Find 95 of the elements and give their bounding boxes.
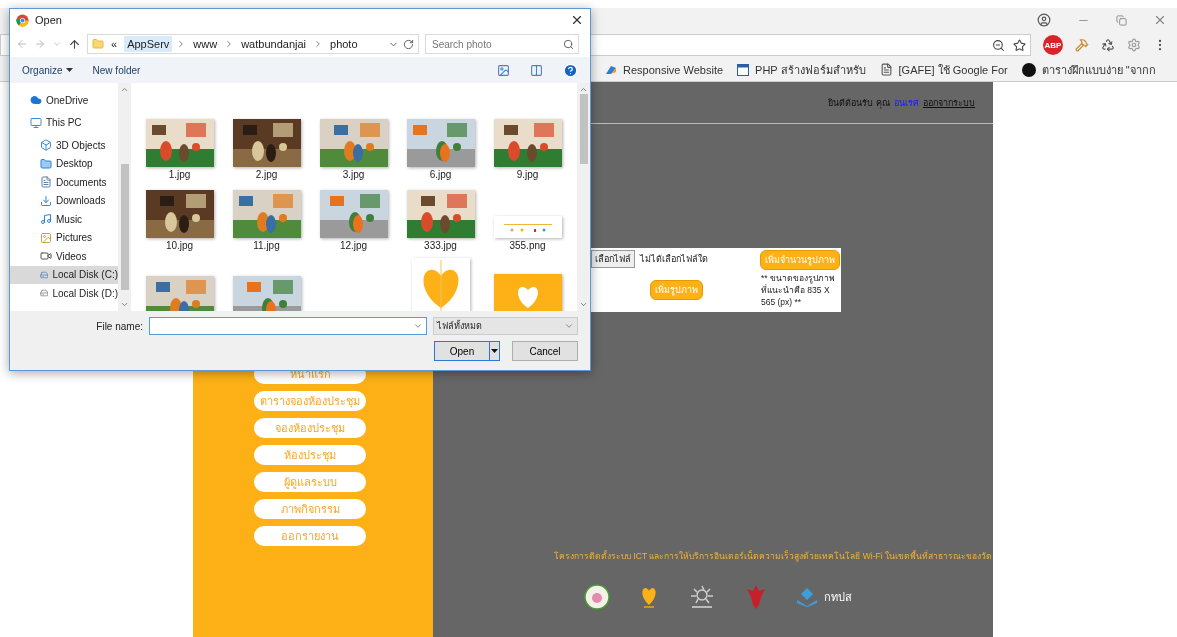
- path-segment[interactable]: www: [190, 36, 221, 52]
- nav-item[interactable]: Downloads: [10, 191, 118, 210]
- file-name: 6.jpg: [429, 169, 452, 182]
- download-icon: [40, 194, 52, 207]
- app-icon: [16, 13, 29, 27]
- file-name: 10.jpg: [165, 240, 194, 253]
- file-name: 355.png: [509, 240, 546, 253]
- nav-item[interactable]: This PC: [10, 113, 118, 132]
- file-name-field[interactable]: [149, 317, 427, 335]
- up-icon[interactable]: [68, 37, 81, 51]
- scroll-down-icon: [120, 300, 129, 309]
- folder-icon: [40, 157, 52, 170]
- view-icon[interactable]: [497, 63, 510, 77]
- zoom-icon[interactable]: [992, 38, 1005, 52]
- size-note: ** ขนาดของรูปภาพที่แนะนำคือ 835 X 565 (px) **: [761, 272, 836, 308]
- window-icon: [737, 63, 750, 76]
- new-folder-button[interactable]: New folder: [92, 64, 141, 76]
- nav-item[interactable]: 3D Objects: [10, 136, 118, 155]
- choose-file-button[interactable]: เลือกไฟล์: [591, 250, 635, 268]
- close-icon[interactable]: [570, 13, 584, 27]
- bookmark[interactable]: Responsive Website: [605, 63, 724, 76]
- cloud-icon: [30, 94, 42, 107]
- file-name: 3.jpg: [342, 169, 365, 182]
- preview-pane-icon[interactable]: [530, 63, 543, 77]
- recycle-icon[interactable]: [1101, 38, 1115, 52]
- dropdown-icon[interactable]: [413, 321, 423, 331]
- star-icon[interactable]: [1013, 38, 1026, 52]
- leaf-logo: [640, 585, 658, 609]
- path-segment[interactable]: watbundanjai: [238, 36, 309, 52]
- help-icon[interactable]: [563, 62, 578, 78]
- chevron-icon: [313, 39, 323, 49]
- bookmark[interactable]: [GAFE] ใช้ Google For: [879, 60, 1008, 79]
- path-segment[interactable]: photo: [327, 36, 361, 52]
- nav-item[interactable]: Pictures: [10, 228, 118, 247]
- bookmark[interactable]: PHP สร้างฟอร์มสำหรับ: [737, 60, 866, 79]
- nav-item[interactable]: Desktop: [10, 154, 118, 173]
- scroll-thumb[interactable]: [579, 94, 588, 164]
- scroll-up-icon: [579, 85, 588, 94]
- file-status-text: ไม่ได้เลือกไฟล์ใด: [640, 253, 708, 266]
- nav-item[interactable]: OneDrive: [10, 91, 118, 110]
- greeting-text: ยินดีต้อนรับ คุณ: [828, 96, 890, 110]
- cancel-button[interactable]: Cancel: [512, 341, 578, 361]
- caret-icon: [65, 67, 73, 73]
- page-icon: [879, 63, 893, 76]
- bookmark[interactable]: ตารางฝึกแบบง่าย "จากก: [1021, 60, 1156, 79]
- computer-icon: [30, 116, 42, 129]
- scrollbar[interactable]: [118, 83, 131, 311]
- video-icon: [40, 250, 52, 263]
- bookmark-icon: [605, 64, 617, 75]
- scroll-up-icon: [120, 85, 129, 94]
- seal-logo: [584, 584, 610, 610]
- search-box[interactable]: Search photo: [425, 34, 579, 54]
- adblock-icon[interactable]: ABP: [1043, 35, 1063, 55]
- refresh-icon[interactable]: [403, 38, 414, 50]
- cube-icon: [40, 139, 52, 152]
- sun-logo: [688, 583, 716, 611]
- file-name: 2.jpg: [255, 169, 278, 182]
- file-name: 12.jpg: [339, 240, 368, 253]
- back-icon[interactable]: [16, 38, 28, 50]
- dropdown-icon: [564, 321, 574, 331]
- nav-item[interactable]: Documents: [10, 173, 118, 192]
- nav-item[interactable]: Videos: [10, 247, 118, 266]
- gear-icon[interactable]: [1127, 38, 1141, 52]
- file-name: 9.jpg: [516, 169, 539, 182]
- restore-icon[interactable]: [1116, 14, 1127, 26]
- logo-text: กทปส: [824, 590, 852, 605]
- file-name: 333.jpg: [424, 240, 457, 253]
- music-icon: [40, 213, 52, 226]
- dialog-title: Open: [35, 14, 63, 26]
- file-name-label: File name:: [96, 320, 143, 332]
- hammer-icon[interactable]: [1075, 38, 1089, 52]
- footer-text: โครงการติดตั้งระบบ ICT และการให้บริการอินเตอร์เน็ตความเร็วสูงด้วยเทคโนโลยี Wi-Fi ในเขตพื้นที่สาธารณะของวัด: [553, 549, 992, 563]
- file-name: 11.jpg: [253, 240, 280, 253]
- account-icon[interactable]: [1037, 13, 1051, 27]
- file-name: 1.jpg: [168, 169, 191, 182]
- nav-item[interactable]: Music: [10, 210, 118, 229]
- scroll-thumb[interactable]: [120, 164, 129, 290]
- scroll-down-icon: [579, 300, 588, 309]
- organize-button[interactable]: Organize: [22, 64, 73, 76]
- document-icon: [40, 176, 52, 189]
- caret-icon: [491, 348, 498, 354]
- logo-icon: [796, 587, 818, 607]
- round-icon: [1021, 62, 1036, 77]
- image-icon: [40, 231, 52, 244]
- nav-item[interactable]: Local Disk (C:): [10, 265, 118, 284]
- search-icon: [563, 38, 574, 50]
- path-segment[interactable]: AppServ: [124, 36, 173, 52]
- garuda-logo: [746, 583, 766, 611]
- folder-icon: [92, 38, 104, 50]
- path-bar[interactable]: « AppServ www watbundanjai photo: [87, 34, 419, 54]
- nav-item[interactable]: Local Disk (D:): [10, 284, 118, 303]
- file-type-select[interactable]: ไฟล์ทั้งหมด: [433, 317, 578, 335]
- path-overflow[interactable]: «: [108, 36, 121, 52]
- scrollbar[interactable]: [577, 83, 590, 311]
- open-button[interactable]: Open: [434, 341, 500, 361]
